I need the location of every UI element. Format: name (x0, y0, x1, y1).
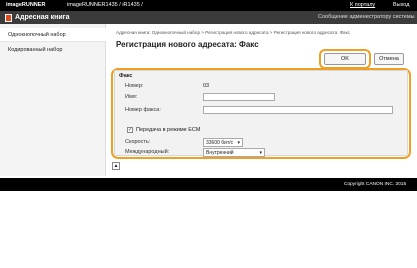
ecm-checkbox[interactable]: ✓ (127, 127, 133, 133)
scroll-top-icon[interactable]: ▲ (112, 162, 120, 170)
address-book-icon (5, 14, 12, 22)
name-input[interactable] (203, 93, 275, 101)
cancel-button[interactable]: Отмена (374, 53, 404, 65)
international-value: Внутренний (206, 150, 234, 156)
logout-link[interactable]: Выход (393, 2, 409, 8)
sidebar-item-one-touch[interactable]: Однокнопочный набор (0, 28, 106, 42)
speed-value: 33600 бит/с (206, 140, 234, 146)
ecm-label: Передача в режиме ECM (136, 127, 201, 133)
section-title: Факс (119, 73, 133, 79)
admin-message-link[interactable]: Сообщение администратору системы (318, 14, 415, 20)
fax-number-input[interactable] (203, 106, 393, 114)
main-content: Адресная книга: Однокнопочный набор > Ре… (106, 24, 417, 176)
name-label: Имя: (125, 94, 138, 100)
speed-select[interactable]: 33600 бит/с ▾ (203, 138, 243, 147)
portal-link[interactable]: К порталу (350, 2, 375, 8)
page-title: Регистрация нового адресата: Факс (116, 40, 259, 49)
ok-button[interactable]: OK (324, 53, 366, 65)
model-label: imageRUNNER1435 / iR1435 / (67, 2, 143, 8)
international-select[interactable]: Внутренний ▾ (203, 148, 265, 157)
number-value: 03 (203, 83, 210, 89)
copyright-text: Copyright CANON INC. 2015 (344, 182, 407, 187)
sidebar-item-coded-dial[interactable]: Кодированный набор (0, 43, 106, 57)
chevron-down-icon: ▾ (259, 150, 262, 156)
fax-form-panel: Факс Номер: 03 Имя: Номер факса: ✓ Перед… (114, 70, 408, 157)
brand-label: imageRUNNER (6, 2, 46, 8)
title-bar: Адресная книга Сообщение администратору … (0, 11, 417, 24)
footer: Copyright CANON INC. 2015 (0, 178, 417, 191)
fax-number-label: Номер факса: (125, 107, 161, 113)
number-label: Номер: (125, 83, 144, 89)
sidebar: Однокнопочный набор Кодированный набор (0, 24, 106, 176)
speed-label: Скорость: (125, 139, 151, 145)
top-bar: imageRUNNER imageRUNNER1435 / iR1435 / К… (0, 0, 417, 11)
international-label: Международный: (125, 149, 170, 155)
app-title: Адресная книга (15, 13, 70, 21)
chevron-down-icon: ▾ (237, 140, 240, 146)
breadcrumb: Адресная книга: Однокнопочный набор > Ре… (116, 30, 350, 35)
